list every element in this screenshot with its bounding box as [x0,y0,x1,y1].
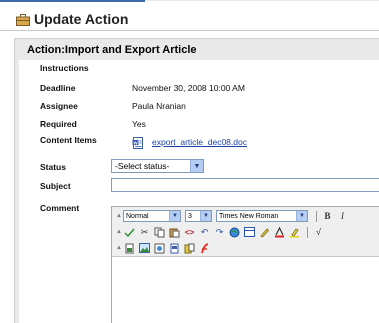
content-item-link[interactable]: W export_article_dec08.doc [132,136,247,149]
table-icon[interactable] [243,226,256,238]
toolbar-row-3: ▲ [116,241,213,255]
chevron-down-icon[interactable]: ▼ [296,211,307,221]
hyperlink-icon[interactable] [228,226,241,238]
bold-button[interactable]: B [321,210,334,222]
toolbar-separator [316,210,317,222]
toolbar-row-2: ▲ ✂ <> ↶ ↷ √ [116,225,327,239]
square-root-icon[interactable]: √ [312,226,325,238]
font-family-select[interactable]: Times New Roman ▼ [216,210,308,222]
deadline-label: Deadline [40,83,76,93]
required-label: Required [40,119,77,129]
undo-icon[interactable]: ↶ [198,226,211,238]
status-select-value: -Select status- [115,161,170,171]
font-size-value: 3 [188,212,192,220]
toolbar-grip[interactable]: ▲ [116,229,122,235]
svg-text:W: W [133,140,138,145]
status-select[interactable]: -Select status- ▼ [111,159,204,173]
toolbar-grip[interactable]: ▲ [116,245,122,251]
instructions-label: Instructions [40,63,89,73]
insert-file-icon[interactable] [123,242,136,254]
copy-icon[interactable] [153,226,166,238]
font-size-select[interactable]: 3 ▼ [185,210,212,222]
highlight-pen-icon[interactable] [258,226,271,238]
redo-icon[interactable]: ↷ [213,226,226,238]
font-family-value: Times New Roman [219,212,279,220]
assignee-value: Paula Nranian [132,101,186,111]
toolbar-row-1: ▲ Normal ▼ 3 ▼ Times New Roman ▼ B I [116,209,351,223]
flash-icon[interactable] [198,242,211,254]
paste-icon[interactable] [168,226,181,238]
italic-button[interactable]: I [336,210,349,222]
editor-toolbar: ▲ Normal ▼ 3 ▼ Times New Roman ▼ B I ▲ ✂ [112,207,379,257]
status-label: Status [40,162,66,172]
page-title-text: Update Action [34,11,129,27]
chevron-down-icon[interactable]: ▼ [200,211,211,221]
source-code-icon[interactable]: <> [183,226,196,238]
page-title: Update Action [16,9,128,29]
insert-library-icon[interactable] [183,242,196,254]
font-color-icon[interactable] [273,226,286,238]
briefcase-icon [16,13,30,26]
content-item-filename[interactable]: export_article_dec08.doc [152,137,247,147]
subject-input[interactable] [111,178,379,192]
comment-label: Comment [40,203,80,213]
chevron-down-icon[interactable]: ▼ [169,211,180,221]
insert-image-icon[interactable] [138,242,151,254]
assignee-label: Assignee [40,101,78,111]
insert-media-icon[interactable] [153,242,166,254]
insert-document-icon[interactable] [168,242,181,254]
paragraph-format-value: Normal [126,212,149,220]
top-accent-bar [0,0,145,2]
toolbar-grip[interactable]: ▲ [116,213,122,219]
deadline-value: November 30, 2008 10:00 AM [132,83,245,93]
title-divider [0,30,379,31]
action-heading: Action:Import and Export Article [27,44,197,56]
comment-editor[interactable]: ▲ Normal ▼ 3 ▼ Times New Roman ▼ B I ▲ ✂ [111,206,379,323]
word-document-icon: W [132,136,144,149]
background-color-icon[interactable] [288,226,301,238]
cut-icon[interactable]: ✂ [138,226,151,238]
required-value: Yes [132,119,146,129]
chevron-down-icon[interactable]: ▼ [190,160,203,172]
spellcheck-icon[interactable] [123,226,136,238]
toolbar-separator [307,226,308,238]
paragraph-format-select[interactable]: Normal ▼ [123,210,181,222]
content-items-label: Content Items [40,135,97,145]
subject-label: Subject [40,181,71,191]
